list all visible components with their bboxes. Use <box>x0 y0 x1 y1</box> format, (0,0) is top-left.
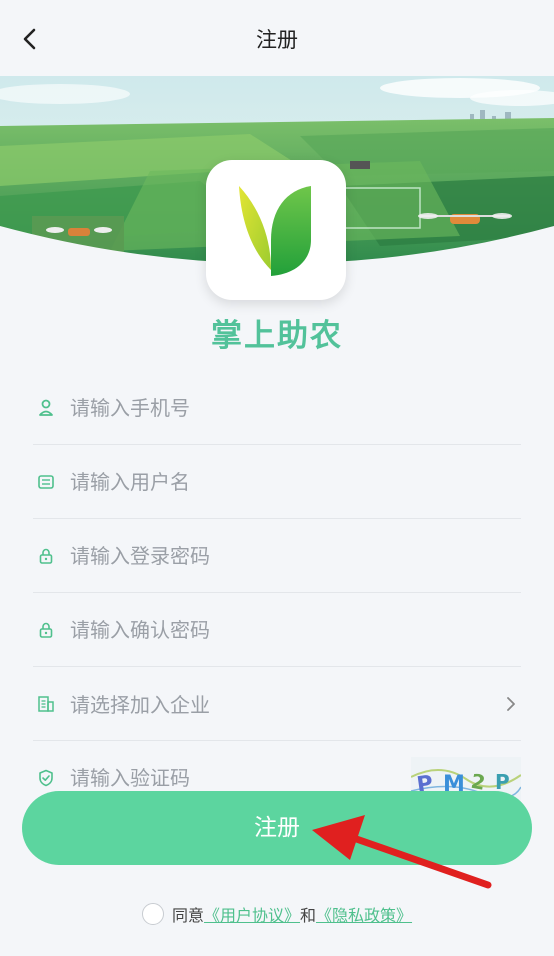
phone-input[interactable] <box>70 395 470 420</box>
agree-radio[interactable] <box>141 903 164 925</box>
password-input[interactable] <box>70 543 470 568</box>
page-title: 注册 <box>256 28 298 52</box>
company-select-label: 请选择加入企业 <box>70 693 210 717</box>
username-input[interactable] <box>70 469 470 494</box>
lock-icon <box>35 619 57 641</box>
user-icon <box>35 397 57 419</box>
chevron-right-icon <box>501 694 521 714</box>
building-icon <box>35 693 57 715</box>
lock-icon <box>35 545 57 567</box>
id-card-icon <box>35 471 57 493</box>
captcha-input[interactable] <box>70 765 470 790</box>
username-field <box>33 445 521 519</box>
privacy-policy-link[interactable]: 《隐私政策》 <box>316 902 412 926</box>
agreement-prefix: 同意 <box>171 906 204 925</box>
agreement-row: 同意 《用户协议》 和 《隐私政策》 <box>0 902 554 926</box>
shield-check-icon <box>35 767 57 789</box>
phone-field <box>33 371 521 445</box>
leaf-logo-icon <box>239 186 311 276</box>
user-agreement-link[interactable]: 《用户协议》 <box>204 902 300 926</box>
top-bar: 注册 <box>0 0 554 76</box>
app-name: 掌上助农 <box>211 318 343 354</box>
password-field <box>33 519 521 593</box>
agreement-and: 和 <box>300 906 317 925</box>
confirm-password-field <box>33 593 521 667</box>
confirm-password-input[interactable] <box>70 617 470 642</box>
app-logo <box>206 160 346 300</box>
register-button[interactable]: 注册 <box>22 791 532 865</box>
company-select[interactable]: 请选择加入企业 <box>33 667 521 741</box>
